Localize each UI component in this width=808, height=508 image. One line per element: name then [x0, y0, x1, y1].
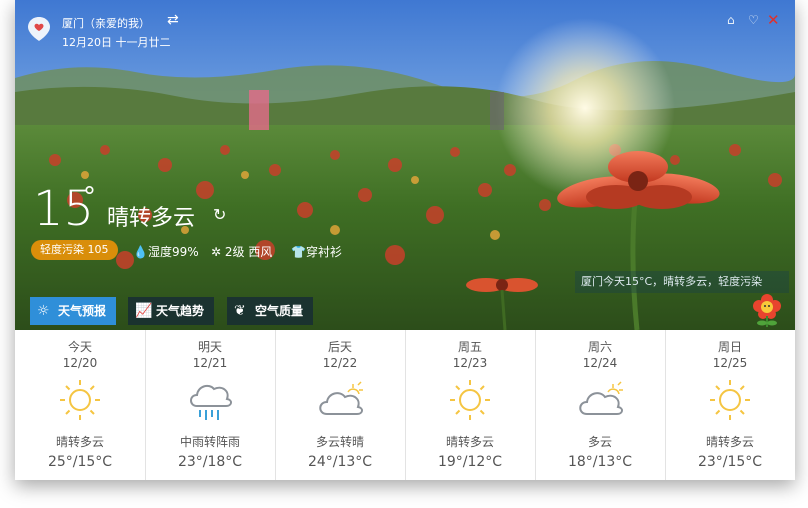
cloud-sun-icon — [319, 381, 363, 415]
day-description: 多云转晴 — [315, 435, 364, 449]
day-date: 12/24 — [582, 356, 618, 370]
forecast-day[interactable]: 明天 12/21 中雨转阵雨 23°/18°C — [145, 330, 276, 480]
refresh-icon[interactable]: ↻ — [213, 205, 226, 224]
forecast-day[interactable]: 周五 12/23 晴转多云 19°/12°C — [405, 330, 536, 480]
switch-city-icon[interactable]: ⇄ — [167, 12, 179, 28]
aqi-badge[interactable]: 轻度污染 105 — [31, 240, 118, 260]
city-name[interactable]: 厦门（亲爱的我） — [62, 15, 150, 31]
tab-forecast[interactable]: ☼ 天气预报 — [30, 297, 117, 325]
humidity-text: 湿度99% — [147, 245, 199, 259]
sun-icon — [60, 380, 100, 420]
tab-air-quality[interactable]: ❦ 空气质量 — [227, 297, 314, 325]
leaf-icon: ❦ — [234, 303, 246, 319]
tab-trend[interactable]: 📈 天气趋势 — [128, 297, 215, 325]
day-name: 明天 — [197, 340, 222, 354]
degree-symbol: ° — [83, 182, 96, 212]
close-icon[interactable]: ✕ — [767, 11, 780, 29]
day-description: 晴转多云 — [55, 435, 104, 449]
humidity-info: 💧湿度99% — [133, 243, 199, 260]
cloud-sun-icon — [579, 381, 623, 415]
day-description: 晴转多云 — [705, 435, 754, 449]
day-name: 周五 — [457, 340, 482, 354]
day-name: 今天 — [67, 340, 92, 354]
sun-icon — [710, 380, 750, 420]
forecast-day[interactable]: 后天 12/22 多云转晴 24°/13°C — [275, 330, 406, 480]
current-date: 12月20日 十一月廿二 — [62, 36, 171, 49]
day-temperature-range: 25°/15°C — [47, 454, 113, 470]
day-temperature-range: 18°/13°C — [567, 454, 633, 470]
tab-air-quality-label: 空气质量 — [255, 304, 304, 318]
location-pin-icon[interactable] — [27, 16, 51, 42]
wind-info: ✲ 2级 西风 — [211, 243, 272, 260]
day-name: 周日 — [717, 340, 742, 354]
day-temperature-range: 19°/12°C — [437, 454, 503, 470]
flower-mascot-icon[interactable] — [751, 294, 783, 328]
shirt-icon: 👕 — [291, 245, 306, 259]
pin-window-icon[interactable]: ♡ — [748, 13, 759, 27]
fan-icon: ✲ — [211, 245, 222, 259]
day-description: 多云 — [587, 435, 612, 449]
tab-trend-label: 天气趋势 — [156, 304, 205, 318]
day-description: 中雨转阵雨 — [179, 435, 240, 449]
sun-icon: ☼ — [37, 303, 50, 319]
weather-notice: 厦门今天15°C，晴转多云，轻度污染 — [575, 271, 789, 293]
tab-forecast-label: 天气预报 — [58, 304, 107, 318]
wind-text: 2级 西风 — [224, 245, 273, 259]
sun-icon — [450, 380, 490, 420]
day-date: 12/20 — [62, 356, 98, 370]
day-temperature-range: 23°/18°C — [177, 454, 243, 470]
rain-cloud-icon — [190, 384, 232, 420]
current-condition: 晴转多云 — [107, 206, 196, 231]
title-bar: 厦门（亲爱的我） ⇄ 12月20日 十一月廿二 ⌂ ♡ ✕ — [15, 0, 795, 56]
forecast-day[interactable]: 今天 12/20 晴转多云 25°/15°C — [15, 330, 146, 480]
day-date: 12/22 — [322, 356, 358, 370]
day-description: 晴转多云 — [445, 435, 494, 449]
weather-window: 厦门（亲爱的我） ⇄ 12月20日 十一月廿二 ⌂ ♡ ✕ 15 ° 晴转多云 … — [15, 0, 795, 480]
water-drop-icon: 💧 — [133, 245, 148, 259]
trend-chart-icon: 📈 — [135, 303, 153, 319]
skin-icon[interactable]: ⌂ — [727, 13, 735, 27]
day-name: 后天 — [327, 340, 352, 354]
forecast-day[interactable]: 周六 12/24 多云 18°/13°C — [535, 330, 666, 480]
hero-panel: 厦门（亲爱的我） ⇄ 12月20日 十一月廿二 ⌂ ♡ ✕ 15 ° 晴转多云 … — [15, 0, 795, 330]
day-temperature-range: 24°/13°C — [307, 454, 373, 470]
forecast-panel: 今天 12/20 晴转多云 25°/15°C 明天 12/21 中雨转阵雨 23… — [15, 330, 795, 480]
day-date: 12/25 — [712, 356, 748, 370]
day-date: 12/23 — [452, 356, 488, 370]
clothing-text: 穿衬衫 — [305, 245, 342, 259]
forecast-day[interactable]: 周日 12/25 晴转多云 23°/15°C — [665, 330, 795, 480]
day-name: 周六 — [587, 340, 612, 354]
clothing-info: 👕穿衬衫 — [291, 243, 342, 260]
day-temperature-range: 23°/15°C — [697, 454, 763, 470]
day-date: 12/21 — [192, 356, 228, 370]
